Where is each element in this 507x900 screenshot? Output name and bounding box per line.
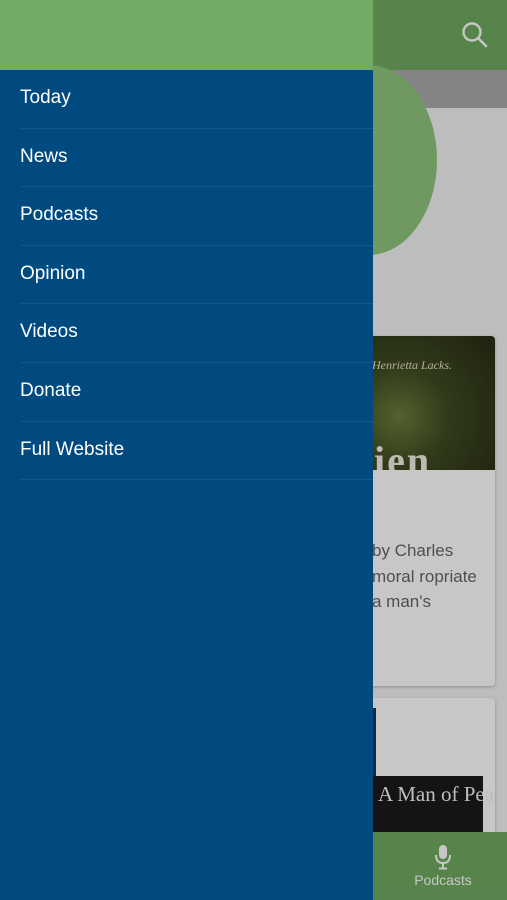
menu-item-today[interactable]: Today xyxy=(0,70,373,129)
menu-item-label: Full Website xyxy=(20,438,125,460)
menu-item-opinion[interactable]: Opinion xyxy=(0,246,373,305)
menu-item-label: News xyxy=(20,145,68,167)
menu-item-videos[interactable]: Videos xyxy=(0,304,373,363)
menu-item-donate[interactable]: Donate xyxy=(0,363,373,422)
menu-item-label: Podcasts xyxy=(20,204,99,226)
menu-item-label: Donate xyxy=(20,379,82,401)
menu-item-news[interactable]: News xyxy=(0,129,373,188)
menu-item-full-website[interactable]: Full Website xyxy=(0,422,373,481)
menu-item-label: Today xyxy=(20,87,71,108)
drawer-menu: Today News Podcasts Opinion Videos Donat… xyxy=(0,70,373,480)
menu-item-label: Videos xyxy=(20,321,78,343)
menu-item-label: Opinion xyxy=(20,262,86,284)
menu-item-podcasts[interactable]: Podcasts xyxy=(0,187,373,246)
drawer-header xyxy=(0,0,373,70)
navigation-drawer: Today News Podcasts Opinion Videos Donat… xyxy=(0,0,373,900)
